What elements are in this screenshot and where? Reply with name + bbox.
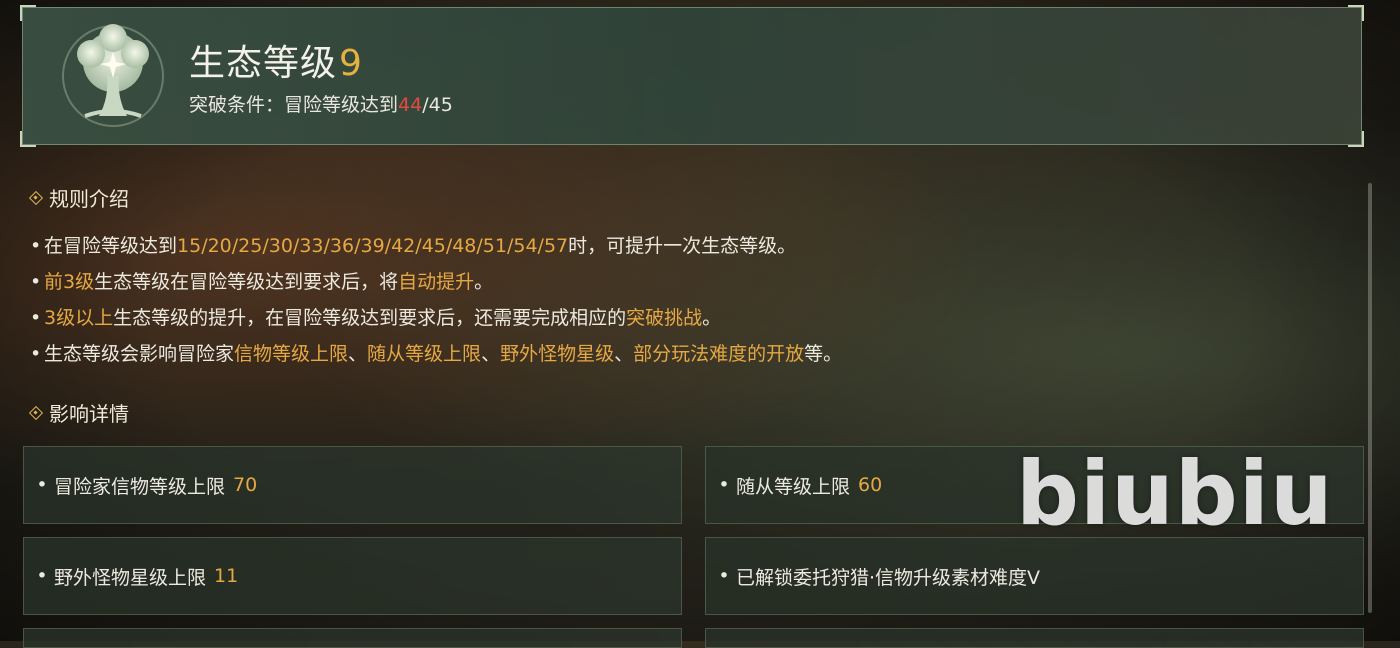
eco-level-header: 生态等级9 突破条件：冒险等级达到44/45 bbox=[20, 5, 1364, 147]
rule-highlight-text: 自动提升 bbox=[398, 271, 475, 293]
diamond-icon bbox=[30, 407, 42, 419]
rule-highlight-text: 随从等级上限 bbox=[367, 343, 482, 365]
breakthrough-condition: 突破条件：冒险等级达到44/45 bbox=[189, 90, 453, 117]
rule-text: 、 bbox=[481, 343, 501, 365]
effects-section-title: 影响详情 bbox=[30, 398, 129, 427]
rule-text: 。 bbox=[702, 307, 722, 329]
effects-section-label: 影响详情 bbox=[49, 402, 129, 426]
bullet-icon: • bbox=[30, 235, 42, 257]
rules-section-label: 规则介绍 bbox=[49, 187, 129, 211]
current-adventure-level: 44 bbox=[398, 94, 423, 116]
rule-item: • 3级以上生态等级的提升，在冒险等级达到要求后，还需要完成相应的突破挑战。 bbox=[30, 300, 1330, 336]
effect-card: • 已解锁委托狩猎·信物升级素材难度V bbox=[705, 537, 1364, 615]
effect-label: 随从等级上限 bbox=[736, 475, 851, 498]
page-title: 生态等级9 bbox=[189, 34, 363, 86]
bullet-icon: • bbox=[30, 307, 42, 329]
diamond-icon bbox=[30, 192, 42, 204]
effect-label: 野外怪物星级上限 bbox=[54, 566, 207, 589]
rule-highlight-text: 突破挑战 bbox=[626, 307, 703, 329]
title-text: 生态等级 bbox=[189, 43, 338, 84]
target-adventure-level: 45 bbox=[428, 94, 453, 116]
effect-card-partial bbox=[23, 628, 682, 648]
rule-highlight-text: 3级以上 bbox=[44, 307, 114, 329]
rule-item: • 前3级生态等级在冒险等级达到要求后，将自动提升。 bbox=[30, 264, 1330, 300]
effect-value: 60 bbox=[858, 474, 883, 496]
rule-text: 时，可提升一次生态等级。 bbox=[568, 235, 797, 257]
condition-label: 突破条件：冒险等级达到 bbox=[189, 94, 399, 116]
bullet-icon: • bbox=[36, 565, 48, 587]
rule-text: 生态等级会影响冒险家 bbox=[44, 343, 235, 365]
rule-highlight-text: 部分玩法难度的开放 bbox=[633, 343, 805, 365]
rule-highlight-text: 野外怪物星级 bbox=[500, 343, 615, 365]
bullet-icon: • bbox=[36, 474, 48, 496]
bullet-icon: • bbox=[30, 271, 42, 293]
rule-text: 、 bbox=[614, 343, 634, 365]
tree-emblem-icon bbox=[62, 24, 164, 127]
watermark-logo: biubiu bbox=[1016, 442, 1334, 545]
rule-text: 在冒险等级达到 bbox=[44, 235, 178, 257]
scrollbar[interactable] bbox=[1368, 183, 1372, 613]
corner-ornament bbox=[20, 5, 36, 21]
effect-value: 11 bbox=[214, 565, 239, 587]
rule-text: 、 bbox=[348, 343, 368, 365]
effect-card: • 野外怪物星级上限 11 bbox=[23, 537, 682, 615]
bullet-icon: • bbox=[718, 474, 730, 496]
effect-card: • 冒险家信物等级上限 70 bbox=[23, 446, 682, 524]
rule-highlight-text: 15/20/25/30/33/36/39/42/45/48/51/54/57 bbox=[177, 235, 569, 257]
bullet-icon: • bbox=[718, 565, 730, 587]
eco-level-value: 9 bbox=[339, 43, 363, 84]
effect-value: 70 bbox=[233, 474, 258, 496]
rules-section-title: 规则介绍 bbox=[30, 183, 129, 212]
corner-ornament bbox=[1348, 131, 1364, 147]
rule-text: 等。 bbox=[804, 343, 843, 365]
effect-label: 已解锁委托狩猎·信物升级素材难度V bbox=[736, 566, 1041, 589]
rule-text: 生态等级的提升，在冒险等级达到要求后，还需要完成相应的 bbox=[113, 307, 627, 329]
effect-label: 冒险家信物等级上限 bbox=[54, 475, 226, 498]
rule-highlight-text: 信物等级上限 bbox=[234, 343, 349, 365]
corner-ornament bbox=[20, 131, 36, 147]
corner-ornament bbox=[1348, 5, 1364, 21]
rule-item: • 生态等级会影响冒险家信物等级上限、随从等级上限、野外怪物星级、部分玩法难度的开… bbox=[30, 336, 1330, 372]
rule-highlight-text: 前3级 bbox=[44, 271, 95, 293]
rule-text: 生态等级在冒险等级达到要求后，将 bbox=[94, 271, 399, 293]
rule-text: 。 bbox=[474, 271, 494, 293]
effect-card-partial bbox=[705, 628, 1364, 648]
rule-item: • 在冒险等级达到15/20/25/30/33/36/39/42/45/48/51… bbox=[30, 228, 1330, 264]
bullet-icon: • bbox=[30, 343, 42, 365]
rules-list: • 在冒险等级达到15/20/25/30/33/36/39/42/45/48/51… bbox=[30, 228, 1330, 372]
